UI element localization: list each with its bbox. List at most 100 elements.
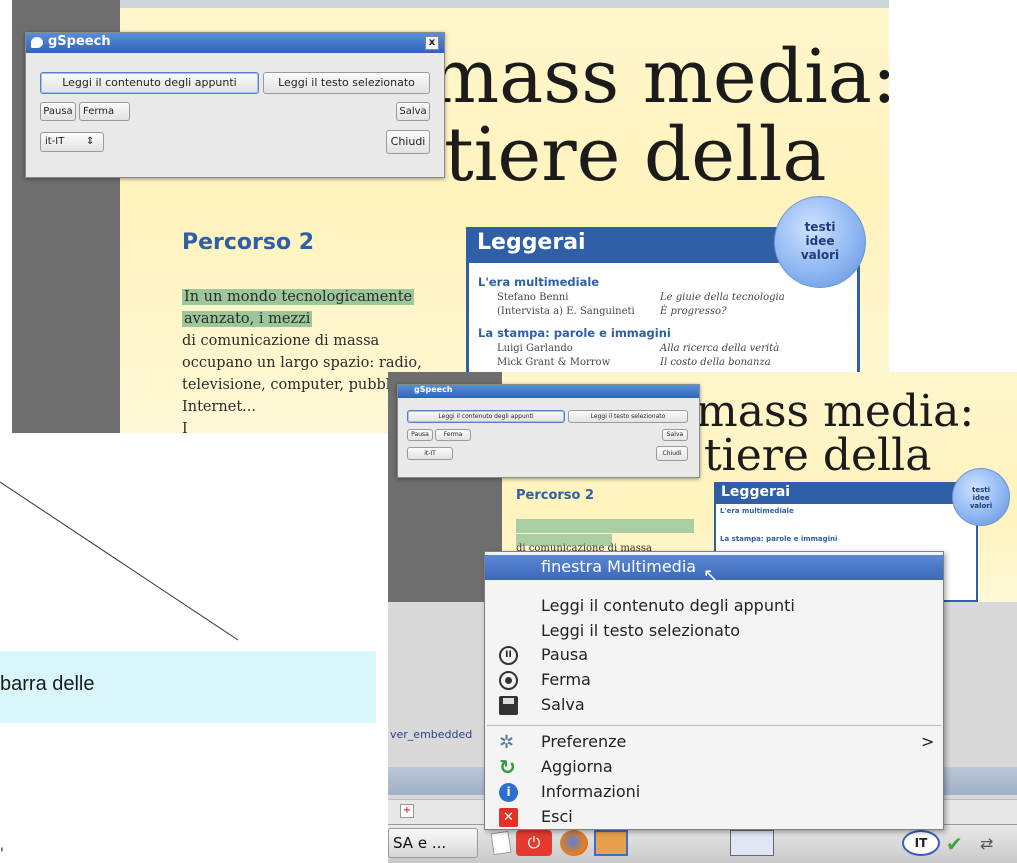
close-button-mini[interactable]: Chiudi: [656, 446, 688, 461]
menu-item-label: Salva: [541, 695, 585, 714]
menu-item-label: Leggi il testo selezionato: [541, 621, 741, 640]
submenu-arrow-icon: >: [921, 732, 935, 751]
leggerai-section-1: L'era multimediale: [478, 275, 600, 289]
leggerai-author-1: Stefano Benni: [497, 292, 569, 303]
menu-item-read-selected[interactable]: Leggi il testo selezionato: [485, 620, 943, 643]
gspeech-mini-title: gSpeech: [414, 385, 453, 394]
highlight-block-2: [516, 519, 694, 533]
badge-line-1: testi: [804, 220, 836, 234]
menu-item-read-clipboard[interactable]: Leggi il contenuto degli appunti: [485, 595, 943, 618]
exit-icon: ✕: [499, 808, 518, 827]
highlighted-line-1: In un mondo tecnologicamente: [182, 289, 415, 305]
percorso-heading-2: Percorso 2: [516, 488, 595, 503]
menu-item-preferences[interactable]: ✲ Preferenze >: [485, 731, 943, 754]
read-selected-button-mini[interactable]: Leggi il testo selezionato: [568, 410, 688, 423]
page-title-2-line1: mass media:: [696, 386, 975, 437]
badge2-line-2: idee: [972, 494, 990, 502]
menu-item-label: finestra Multimedia: [541, 557, 697, 576]
badge2-line-3: valori: [969, 502, 993, 510]
read-clipboard-button-mini[interactable]: Leggi il contenuto degli appunti: [407, 410, 565, 423]
gspeech-app-icon: [31, 37, 43, 48]
leggerai-sec-2-1: L'era multimediale: [720, 507, 794, 515]
connector-line: [0, 481, 239, 641]
pause-icon: II: [499, 646, 518, 665]
badge2-line-1: testi: [971, 486, 990, 494]
body-line-1: di comunicazione di massa: [182, 333, 380, 349]
mouse-pointer-icon: ↖: [703, 565, 719, 586]
menu-separator: [487, 725, 941, 726]
pause-button[interactable]: Pausa: [40, 102, 76, 121]
read-clipboard-button[interactable]: Leggi il contenuto degli appunti: [40, 72, 259, 94]
testi-idee-valori-badge: testi idee valori: [774, 196, 866, 288]
leggerai-author-4: Mick Grant & Morrow: [497, 357, 611, 368]
save-icon: [499, 696, 518, 715]
page-title-line2: tiere della: [444, 112, 827, 198]
menu-item-info[interactable]: i Informazioni: [485, 781, 943, 804]
menu-item-label: Aggiorna: [541, 757, 613, 776]
gspeech-window: gSpeech x Leggi il contenuto degli appun…: [25, 32, 445, 178]
gspeech-close-button[interactable]: x: [425, 36, 439, 50]
gspeech-mini-titlebar: gSpeech: [398, 385, 699, 398]
leggerai-work-3: Alla ricerca della verità: [660, 343, 780, 354]
top-band: [120, 0, 889, 8]
menu-item-pause[interactable]: II Pausa: [485, 644, 943, 667]
menu-item-exit[interactable]: ✕ Esci: [485, 806, 943, 829]
menu-item-label: Esci: [541, 807, 573, 826]
percorso-heading: Percorso 2: [182, 230, 315, 255]
language-select[interactable]: it-IT ⇕: [40, 132, 104, 152]
stop-button[interactable]: Ferma: [79, 102, 130, 121]
menu-item-save[interactable]: Salva: [485, 694, 943, 717]
read-selected-button[interactable]: Leggi il testo selezionato: [263, 72, 430, 94]
save-button-mini[interactable]: Salva: [662, 429, 688, 441]
badge-line-2: idee: [805, 234, 835, 248]
menu-item-label: Leggi il contenuto degli appunti: [541, 596, 795, 615]
tray-power-icon[interactable]: ⏻: [516, 830, 552, 856]
tray-app-icon[interactable]: [594, 830, 628, 856]
close-button[interactable]: Chiudi: [386, 130, 430, 154]
menu-item-label: Pausa: [541, 645, 589, 664]
preferences-icon: ✲: [499, 732, 515, 753]
stop-icon: [499, 671, 518, 690]
taskbar-task-button[interactable]: SA e ...: [388, 828, 478, 858]
background-tab-text: ver_embedded: [390, 728, 473, 741]
language-select-mini[interactable]: it-IT: [407, 447, 453, 460]
page-title-2-line2: tiere della: [704, 430, 932, 481]
leggerai-section-2: La stampa: parole e immagini: [478, 326, 671, 340]
tray-paper-icon[interactable]: [490, 830, 512, 856]
stop-button-mini[interactable]: Ferma: [435, 429, 471, 441]
leggerai-work-1: Le giuie della tecnologia: [660, 292, 785, 303]
bg-toolbar-icon: +: [400, 804, 414, 818]
menu-item-label: Preferenze: [541, 732, 627, 751]
menu-item-multimedia-window[interactable]: finestra Multimedia ↖: [485, 555, 943, 585]
tray-language-indicator[interactable]: IT: [902, 830, 940, 856]
tray-window-icon[interactable]: [730, 830, 774, 856]
testi-idee-valori-badge-2: testi idee valori: [952, 468, 1010, 526]
page-title-line1: mass media:: [429, 34, 889, 120]
badge-line-3: valori: [800, 248, 840, 262]
tray-check-icon[interactable]: ✔: [946, 832, 974, 856]
save-button[interactable]: Salva: [396, 102, 430, 121]
leggerai-sec-2-2: La stampa: parole e immagini: [720, 535, 838, 543]
language-value: it-IT: [45, 136, 65, 147]
menu-item-stop[interactable]: Ferma: [485, 669, 943, 692]
pause-button-mini[interactable]: Pausa: [407, 429, 433, 441]
screenshot-gspeech-window: mass media: tiere della Percorso 2 In un…: [12, 0, 889, 433]
menu-item-refresh[interactable]: ↻ Aggiorna: [485, 756, 943, 779]
gspeech-title: gSpeech: [48, 34, 111, 49]
tray-network-icon[interactable]: ⇄: [980, 834, 1010, 854]
body-line-2: occupano un largo spazio: radio,: [182, 355, 422, 371]
gspeech-window-mini: gSpeech Leggi il contenuto degli appunti…: [397, 384, 700, 478]
leggerai-author-3: Luigi Garlando: [497, 343, 573, 354]
bottom-cut-mark: ': [0, 846, 4, 862]
tray-firefox-icon[interactable]: [560, 830, 588, 856]
callout-text: barra delle: [0, 673, 95, 695]
leggerai-author-2: (Intervista a) E. Sanguineti: [497, 306, 635, 317]
highlighted-line-2: avanzato, i mezzi: [182, 311, 313, 327]
gspeech-titlebar: gSpeech: [26, 33, 444, 53]
refresh-icon: ↻: [499, 755, 516, 779]
leggerai-work-4: Il costo della bonanza: [660, 357, 771, 368]
leggerai-title-2: Leggerai: [721, 484, 791, 500]
menu-item-label: Informazioni: [541, 782, 641, 801]
info-icon: i: [499, 783, 518, 802]
leggerai-work-2: È progresso?: [660, 306, 727, 317]
